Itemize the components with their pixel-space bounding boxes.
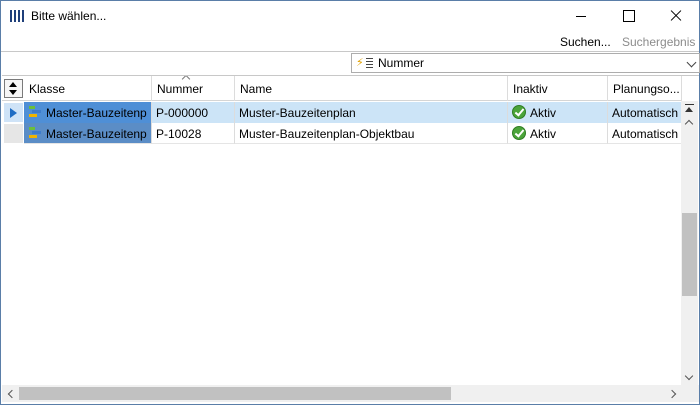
dialog-window: Bitte wählen... Suchen... Suchergebnis ⚡… [0,0,700,405]
cell-text: Master-Bauzeitenp [46,106,147,120]
scroll-left-arrow-icon[interactable] [2,385,19,402]
grid-header: Klasse Nummer Name Inaktiv Planungso... [2,76,682,101]
column-header-label: Nummer [157,82,204,96]
column-header-label: Inaktiv [513,82,548,96]
close-button[interactable] [652,1,698,31]
chevron-down-icon [686,57,697,68]
sort-lightning-icon: ⚡ [356,56,374,70]
active-check-icon [512,126,526,140]
cell-planung[interactable]: Automatisch [608,123,682,144]
row-indicator[interactable] [4,124,23,143]
column-header-label: Planungso... [613,82,680,96]
toolbar-divider [1,51,699,52]
scrollbar-corner [682,385,699,402]
column-header-inaktiv[interactable]: Inaktiv [508,76,608,101]
cell-nummer[interactable]: P-000000 [152,102,235,123]
table-row[interactable]: Master-Bauzeitenp P-10028 Muster-Bauzeit… [2,123,682,144]
column-header-label: Name [240,82,273,96]
scroll-to-top-icon[interactable] [681,101,698,117]
search-result-link[interactable]: Suchergebnis [622,35,695,49]
column-header-nummer[interactable]: Nummer [152,76,235,101]
cell-inaktiv[interactable]: Aktiv [508,123,608,144]
column-header-name[interactable]: Name [235,76,508,101]
cell-nummer[interactable]: P-10028 [152,123,235,144]
cell-name[interactable]: Muster-Bauzeitenplan-Objektbau [235,123,508,144]
schedule-class-icon [29,106,41,118]
cell-klasse[interactable]: Master-Bauzeitenp [24,123,152,144]
active-check-icon [512,105,526,119]
maximize-button[interactable] [605,1,651,31]
scroll-down-arrow-icon[interactable] [681,369,698,386]
vertical-scrollbar[interactable] [681,101,698,386]
vertical-scroll-thumb[interactable] [682,213,697,296]
current-row-arrow-icon [10,108,17,118]
results-grid: Klasse Nummer Name Inaktiv Planungso... [2,75,699,403]
app-barcode-icon [10,10,24,22]
toolbar: Suchen... Suchergebnis [1,31,699,51]
column-header-klasse[interactable]: Klasse [24,76,152,101]
search-link[interactable]: Suchen... [560,35,611,49]
row-sort-toggle-icon[interactable] [4,79,23,98]
horizontal-scroll-thumb[interactable] [19,387,451,400]
cell-text: Aktiv [530,127,557,141]
column-header-label: Klasse [29,82,66,96]
row-indicator[interactable] [4,103,23,122]
column-header-planung[interactable]: Planungso... [608,76,682,101]
cell-planung[interactable]: Automatisch [608,102,682,123]
sort-dropdown[interactable]: ⚡ Nummer [351,53,700,73]
sort-dropdown-value: Nummer [378,56,425,70]
cell-inaktiv[interactable]: Aktiv [508,102,608,123]
scroll-right-arrow-icon[interactable] [665,385,682,402]
cell-name[interactable]: Muster-Bauzeitenplan [235,102,508,123]
schedule-class-icon [29,127,41,139]
horizontal-scrollbar[interactable] [2,385,682,402]
title-bar[interactable]: Bitte wählen... [1,1,699,31]
table-row[interactable]: Master-Bauzeitenp P-000000 Muster-Bauzei… [2,102,682,123]
window-title: Bitte wählen... [31,9,107,23]
cell-text: Aktiv [530,106,557,120]
cell-text: Master-Bauzeitenp [46,127,147,141]
scroll-up-arrow-icon[interactable] [681,117,698,129]
cell-klasse[interactable]: Master-Bauzeitenp [24,102,152,123]
minimize-button[interactable] [559,1,605,31]
